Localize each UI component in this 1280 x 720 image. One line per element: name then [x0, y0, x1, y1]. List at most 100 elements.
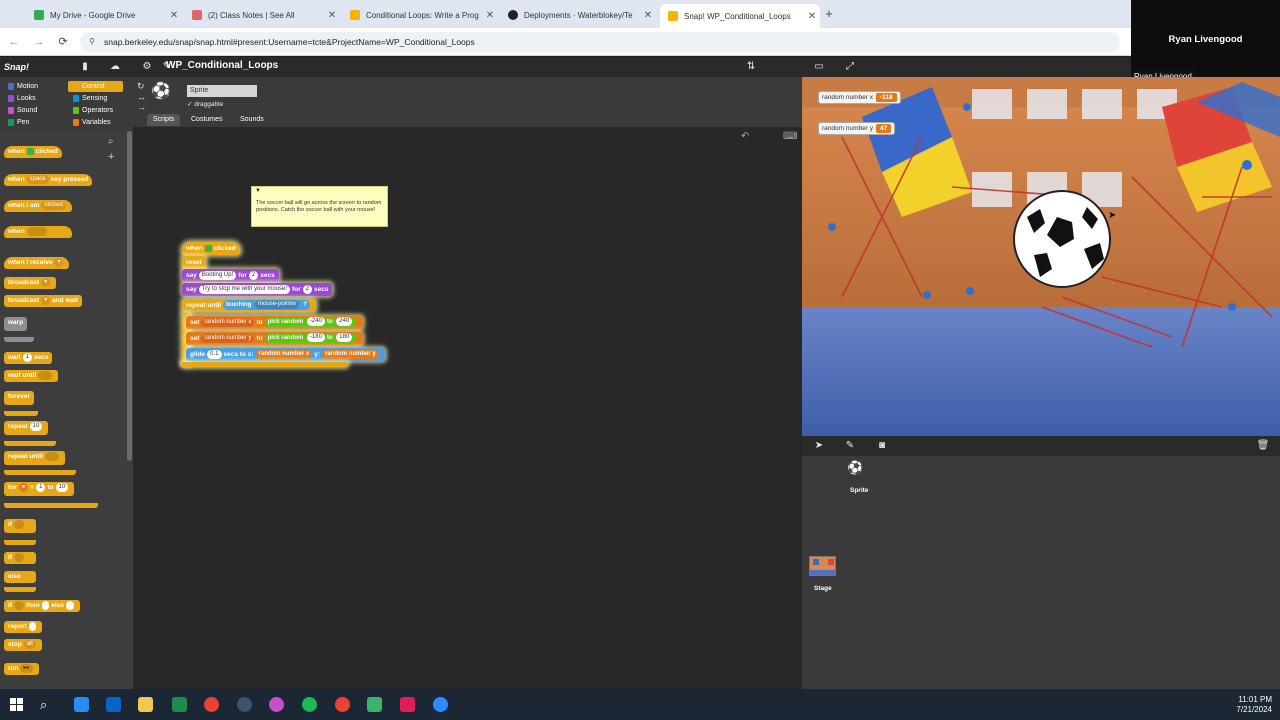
back-icon[interactable]: ← — [6, 34, 22, 50]
sprite-name-input[interactable]: Sprite — [187, 85, 257, 97]
chrome-profile-icon[interactable] — [335, 697, 350, 712]
sprite-corral-soccer-icon[interactable]: ⚽ — [847, 460, 863, 476]
windows-start-icon[interactable] — [9, 697, 24, 712]
close-icon[interactable]: ✕ — [482, 10, 498, 21]
fullscreen-icon[interactable]: ⤢ — [843, 59, 857, 75]
browser-tab-class-notes[interactable]: (2) Class Notes | See All ✕ — [184, 4, 340, 26]
palette-if-else[interactable]: if — [4, 552, 36, 564]
add-turtle-sprite-icon[interactable]: ➤ — [812, 438, 826, 454]
tab-costumes[interactable]: Costumes — [191, 114, 223, 126]
collapse-icon[interactable]: ▼ — [255, 188, 261, 195]
category-looks[interactable]: Looks — [3, 93, 58, 104]
category-motion[interactable]: Motion — [3, 81, 58, 92]
site-info-icon[interactable]: ⚲ — [89, 32, 95, 52]
script-say-try-to-stop-me[interactable]: say Try to stop me with your mouse! for 2 se… — [182, 283, 333, 296]
draggable-checkbox[interactable]: ✓ draggable — [187, 100, 223, 108]
taskbar-clock[interactable]: 11:01 PM 7/21/2024 — [1236, 695, 1272, 715]
script-say-booting-up[interactable]: say Booting Up! for 2 secs — [182, 269, 279, 282]
forward-icon[interactable]: → — [31, 34, 47, 50]
gear-icon[interactable]: ⚙ — [140, 59, 154, 75]
paint-brush-icon[interactable]: ✎ — [843, 438, 857, 454]
file-explorer-icon[interactable] — [138, 697, 153, 712]
close-icon[interactable]: ✕ — [640, 10, 656, 21]
palette-when-condition[interactable]: when — [4, 226, 72, 238]
palette-when-key-pressed[interactable]: when space key pressed — [4, 174, 93, 186]
palette-scrollbar[interactable] — [127, 131, 132, 461]
close-icon[interactable]: ✕ — [324, 10, 340, 21]
palette-repeat-until[interactable]: repeat until — [4, 451, 66, 465]
tab-scripts[interactable]: Scripts — [147, 114, 181, 126]
palette-wait-secs[interactable]: wait 1 secs — [4, 352, 53, 364]
make-block-icon[interactable]: + — [108, 151, 114, 163]
browser-tab-conditional-loops[interactable]: Conditional Loops: Write a Prog ✕ — [342, 4, 498, 26]
excel-icon[interactable] — [172, 697, 187, 712]
browser-tab-google-drive[interactable]: My Drive - Google Drive ✕ — [26, 4, 182, 26]
green-flag-icon — [26, 147, 34, 155]
notes-icon[interactable] — [367, 697, 382, 712]
palette-run[interactable]: run ▸▸ — [4, 663, 39, 675]
camera-icon[interactable]: ◙ — [875, 438, 889, 454]
script-when-flag-clicked[interactable]: when clicked — [182, 242, 240, 255]
palette-broadcast-and-wait[interactable]: broadcast ▾ and wait — [4, 295, 83, 307]
palette-when-flag-clicked[interactable]: when clicked — [4, 146, 62, 158]
category-control[interactable]: Control — [68, 81, 123, 92]
palette-repeat-until-bottom — [4, 470, 76, 475]
palette-broadcast[interactable]: broadcast ▾ — [4, 277, 57, 289]
touching-predicate[interactable]: touching mouse-pointer ? — [223, 300, 310, 311]
stage-thumbnail[interactable] — [809, 556, 836, 576]
browser-tab-deployments[interactable]: Deployments · Waterblokey/Te ✕ — [500, 4, 656, 26]
normal-stage-icon[interactable]: ▭ — [812, 59, 826, 75]
search-icon[interactable]: ⌕ — [108, 136, 114, 147]
category-variables[interactable]: Variables — [68, 117, 123, 128]
palette-warp[interactable]: warp — [4, 317, 28, 331]
keyboard-icon[interactable]: ⌨ — [783, 131, 797, 142]
comment-title-bar[interactable]: ▼ — [252, 187, 387, 197]
trash-icon[interactable]: 🗑 — [1256, 438, 1270, 454]
search-icon[interactable]: ⌕ — [40, 697, 55, 712]
browser-tab-snap[interactable]: Snap! WP_Conditional_Loops ✕ — [660, 4, 820, 28]
chrome-icon[interactable] — [204, 697, 219, 712]
script-comment[interactable]: ▼ The soccer ball will go across the scr… — [251, 186, 388, 227]
undo-icon[interactable]: ↶ — [741, 131, 749, 142]
palette-stop[interactable]: stop all — [4, 639, 42, 651]
steam-icon[interactable] — [237, 697, 252, 712]
url-input[interactable]: ⚲ snap.berkeley.edu/snap/snap.html#prese… — [80, 32, 1120, 52]
script-reset[interactable]: reset — [182, 256, 206, 269]
snap-logo-icon[interactable]: Snap! — [4, 59, 34, 75]
palette-when-i-receive[interactable]: when I receive ▾ — [4, 257, 70, 269]
palette-if-then-else-reporter[interactable]: if then else — [4, 600, 80, 612]
stage[interactable]: random number x -118 random number y 47 ➤ — [802, 77, 1280, 436]
palette-for-loop[interactable]: for ● = 1 to 10 — [4, 482, 75, 496]
app-icon-2[interactable] — [106, 697, 121, 712]
palette-when-i-am-clicked[interactable]: when I am clicked — [4, 200, 72, 212]
category-selector: Motion Looks Sound Pen Control Sensing O… — [0, 77, 133, 131]
scripting-area[interactable]: ↶ ⌨ — [133, 127, 802, 689]
palette-report[interactable]: report — [4, 621, 43, 633]
slack-icon[interactable] — [400, 697, 415, 712]
stage-size-icon[interactable]: ⇅ — [744, 59, 758, 75]
category-sound[interactable]: Sound — [3, 105, 58, 116]
new-tab-icon[interactable]: + — [822, 6, 836, 22]
category-sensing[interactable]: Sensing — [68, 93, 123, 104]
file-icon[interactable]: ▮ — [78, 59, 92, 75]
script-set-random-number-x[interactable]: set random number x to pick random -240 to 2… — [186, 316, 364, 329]
spotify-icon[interactable] — [302, 697, 317, 712]
close-icon[interactable]: ✕ — [804, 11, 820, 22]
script-set-random-number-y[interactable]: set random number y to pick random -180 to 1… — [186, 332, 364, 345]
reload-icon[interactable]: ⟳ — [55, 34, 71, 50]
zoom-icon[interactable] — [433, 697, 448, 712]
app-icon-1[interactable] — [74, 697, 89, 712]
tab-sounds[interactable]: Sounds — [240, 114, 264, 126]
palette-repeat[interactable]: repeat 10 — [4, 421, 49, 435]
close-icon[interactable]: ✕ — [166, 10, 182, 21]
rotation-style-icon[interactable]: ↻ ↔ → — [137, 81, 146, 112]
palette-forever[interactable]: forever — [4, 391, 35, 405]
category-operators[interactable]: Operators — [68, 105, 123, 116]
category-pen[interactable]: Pen — [3, 117, 58, 128]
app-icon-3[interactable] — [269, 697, 284, 712]
script-glide[interactable]: glide 0.1 secs to x: random number x y: rando… — [186, 348, 385, 361]
script-repeat-until[interactable]: repeat until touching mouse-pointer ? — [182, 299, 316, 312]
cloud-icon[interactable]: ☁ — [108, 59, 122, 75]
palette-if[interactable]: if — [4, 519, 36, 533]
palette-wait-until[interactable]: wait until — [4, 370, 59, 382]
